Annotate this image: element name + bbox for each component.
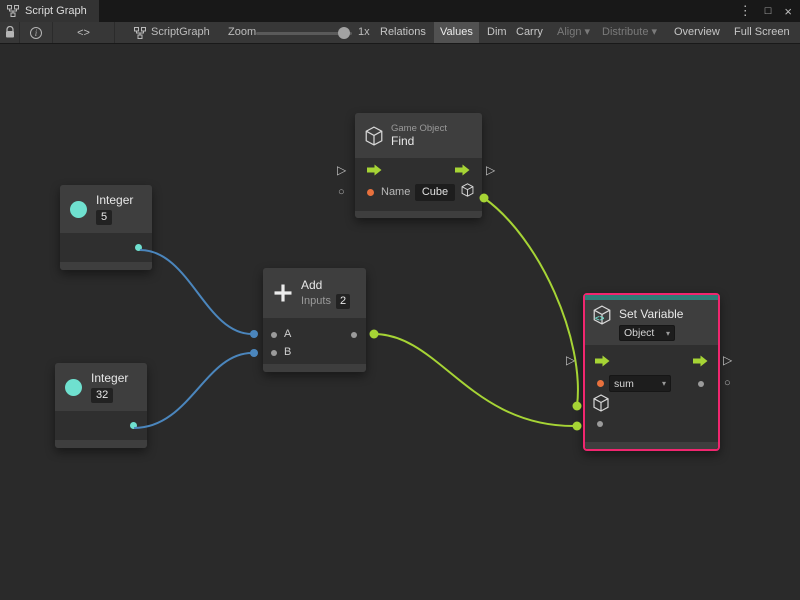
graph-tab-icon xyxy=(7,5,19,17)
zoom-slider-knob[interactable] xyxy=(338,27,350,39)
input-b-label: B xyxy=(284,346,291,358)
add-output-port[interactable] xyxy=(351,332,357,338)
node-title: Integer xyxy=(91,371,128,385)
toolbar-button-distribute[interactable]: Distribute ▾ xyxy=(596,22,663,43)
name-param-field[interactable]: Cube xyxy=(415,184,455,201)
integer-type-icon xyxy=(70,201,87,218)
toolbar-button-values[interactable]: Values xyxy=(434,22,479,43)
toolbar-button-overview[interactable]: Overview xyxy=(668,22,726,43)
edit-source-button[interactable]: <> xyxy=(53,22,115,43)
set-variable-node[interactable]: <> Set Variable Object ▾ sum ▾ xyxy=(583,293,720,451)
toolbar-button-dim[interactable]: Dim xyxy=(481,22,513,43)
add-result-connection-point[interactable] xyxy=(370,330,379,339)
flow-out-arrow-icon[interactable] xyxy=(455,164,470,176)
toolbar-button-fullscreen[interactable]: Full Screen xyxy=(728,22,796,43)
integer-output-port[interactable] xyxy=(135,244,142,251)
graph-asset-name[interactable]: ScriptGraph xyxy=(151,22,210,43)
zoom-label: Zoom xyxy=(228,22,256,43)
integer-node-bottom[interactable]: Integer 32 xyxy=(55,363,147,448)
inspect-button[interactable]: i xyxy=(20,22,53,43)
add-input-a-port[interactable] xyxy=(271,332,277,338)
add-icon xyxy=(273,283,293,303)
object-input-port-icon[interactable] xyxy=(593,394,609,412)
wire-add-to-setvariable-value[interactable] xyxy=(374,334,577,426)
zoom-value: 1x xyxy=(358,22,370,43)
setvariable-flow-out-port[interactable]: ▷ xyxy=(723,354,732,367)
window-controls: ⋮ □ × xyxy=(739,0,792,22)
find-name-in-port[interactable]: ○ xyxy=(338,186,345,199)
node-title: Set Variable xyxy=(619,307,683,321)
add-input-b-port[interactable] xyxy=(271,350,277,356)
node-title: Integer xyxy=(96,193,133,207)
variable-name-port[interactable] xyxy=(597,380,604,387)
maximize-icon[interactable]: □ xyxy=(765,5,772,17)
lock-button[interactable] xyxy=(0,22,20,43)
inputs-label: Inputs xyxy=(301,295,331,307)
toolbar-button-carry[interactable]: Carry xyxy=(510,22,549,43)
add-node[interactable]: Add Inputs 2 A B xyxy=(263,268,366,372)
info-icon: i xyxy=(30,27,42,39)
titlebar: Script Graph ⋮ □ × xyxy=(0,0,800,22)
node-title: Add xyxy=(301,278,350,292)
toolbar-button-relations[interactable]: Relations xyxy=(374,22,432,43)
setvariable-value-out-port[interactable]: ○ xyxy=(724,377,731,390)
find-name-port[interactable] xyxy=(367,189,374,196)
flow-out-arrow-icon[interactable] xyxy=(693,355,708,367)
setvariable-flow-in-port[interactable]: ▷ xyxy=(566,354,575,367)
inputs-count-field[interactable]: 2 xyxy=(336,294,350,309)
graph-asset-icon xyxy=(134,27,146,39)
wire-integer32-to-add-b[interactable] xyxy=(134,353,252,428)
input-a-label: A xyxy=(284,328,291,340)
variable-code-glyph: <> xyxy=(595,314,604,323)
tab-title: Script Graph xyxy=(25,5,87,17)
chevron-down-icon: ▾ xyxy=(662,379,666,388)
wire-integer5-to-add-a[interactable] xyxy=(140,250,252,334)
toolbar-button-align[interactable]: Align ▾ xyxy=(551,22,596,43)
code-icon: <> xyxy=(77,27,90,39)
integer-type-icon xyxy=(65,379,82,396)
tab-script-graph[interactable]: Script Graph xyxy=(0,0,99,22)
more-menu-icon[interactable]: ⋮ xyxy=(739,3,752,19)
integer-output-port[interactable] xyxy=(130,422,137,429)
setvariable-object-connection-point[interactable] xyxy=(573,402,582,411)
node-title: Find xyxy=(391,134,447,148)
setvariable-value-connection-point[interactable] xyxy=(573,422,582,431)
integer-node-top[interactable]: Integer 5 xyxy=(60,185,152,270)
game-object-cube-icon xyxy=(365,126,383,146)
find-flow-in-port[interactable]: ▷ xyxy=(337,164,346,177)
gameobject-result-icon[interactable] xyxy=(461,183,474,197)
graph-canvas[interactable]: Integer 5 Integer 32 xyxy=(0,44,800,600)
integer-value-field[interactable]: 5 xyxy=(96,210,112,225)
find-flow-out-port[interactable]: ▷ xyxy=(486,164,495,177)
close-icon[interactable]: × xyxy=(784,4,792,19)
variable-name-dropdown[interactable]: sum ▾ xyxy=(609,375,671,392)
add-b-connection-point[interactable] xyxy=(250,349,258,357)
find-node[interactable]: Game Object Find Name Cube xyxy=(355,113,482,218)
integer-value-field[interactable]: 32 xyxy=(91,388,113,403)
chevron-down-icon: ▾ xyxy=(666,329,670,338)
wire-find-to-setvariable-object[interactable] xyxy=(484,198,578,406)
graph-toolbar: i <> ScriptGraph Zoom 1x Relations Value… xyxy=(0,22,800,44)
unity-script-graph-window: Script Graph ⋮ □ × i <> ScriptGraph xyxy=(0,0,800,600)
name-param-label: Name xyxy=(381,186,410,198)
add-a-connection-point[interactable] xyxy=(250,330,258,338)
value-output-port[interactable] xyxy=(698,381,704,387)
set-variable-icon: <> xyxy=(593,305,613,327)
variable-scope-dropdown[interactable]: Object ▾ xyxy=(619,325,675,341)
node-category: Game Object xyxy=(391,123,447,134)
flow-in-arrow-icon[interactable] xyxy=(595,355,610,367)
value-input-port[interactable] xyxy=(597,421,603,427)
flow-in-arrow-icon[interactable] xyxy=(367,164,382,176)
lock-icon xyxy=(5,26,15,39)
